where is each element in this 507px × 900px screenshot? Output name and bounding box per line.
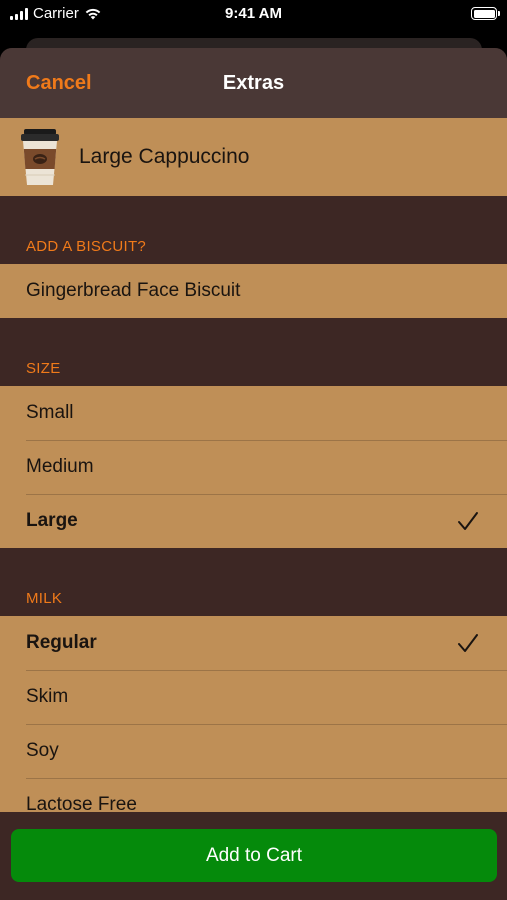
milk-section-header: MILK bbox=[26, 590, 63, 607]
product-row: Large Cappuccino bbox=[0, 118, 507, 196]
add-to-cart-button[interactable]: Add to Cart bbox=[11, 829, 497, 882]
product-name: Large Cappuccino bbox=[79, 145, 250, 168]
page-title: Extras bbox=[222, 72, 285, 94]
list-item-label: Medium bbox=[26, 456, 94, 477]
checkmark-icon bbox=[458, 512, 478, 530]
size-option-large[interactable]: Large bbox=[0, 494, 507, 548]
size-section-header: SIZE bbox=[26, 360, 61, 377]
size-group: Small Medium Large bbox=[0, 386, 507, 548]
battery-icon bbox=[471, 7, 500, 20]
milk-option-soy[interactable]: Soy bbox=[0, 724, 507, 778]
list-item-label: Regular bbox=[26, 632, 97, 653]
coffee-cup-icon bbox=[21, 129, 59, 185]
list-item-label: Large bbox=[26, 510, 78, 531]
milk-option-skim[interactable]: Skim bbox=[0, 670, 507, 724]
extras-sheet: Cancel Extras Large Cappuccino ADD A BIS… bbox=[0, 48, 507, 900]
nav-bar: Cancel Extras bbox=[0, 48, 507, 118]
milk-group: Regular Skim Soy Lactose Free bbox=[0, 616, 507, 832]
checkmark-icon bbox=[458, 634, 478, 652]
status-time: 9:41 AM bbox=[225, 5, 282, 22]
milk-option-regular[interactable]: Regular bbox=[0, 616, 507, 670]
list-item-gingerbread-face-biscuit[interactable]: Gingerbread Face Biscuit bbox=[0, 264, 507, 318]
list-item-label: Small bbox=[26, 402, 74, 423]
list-item-label: Soy bbox=[26, 740, 59, 761]
biscuit-section-header: ADD A BISCUIT? bbox=[26, 238, 147, 255]
list-item-label: Skim bbox=[26, 686, 69, 707]
bottom-bar: Add to Cart bbox=[0, 812, 507, 900]
status-bar: Carrier 9:41 AM bbox=[0, 0, 507, 28]
biscuit-group: Gingerbread Face Biscuit bbox=[0, 264, 507, 318]
size-option-small[interactable]: Small bbox=[0, 386, 507, 440]
list-item-label: Gingerbread Face Biscuit bbox=[26, 280, 241, 301]
size-option-medium[interactable]: Medium bbox=[0, 440, 507, 494]
